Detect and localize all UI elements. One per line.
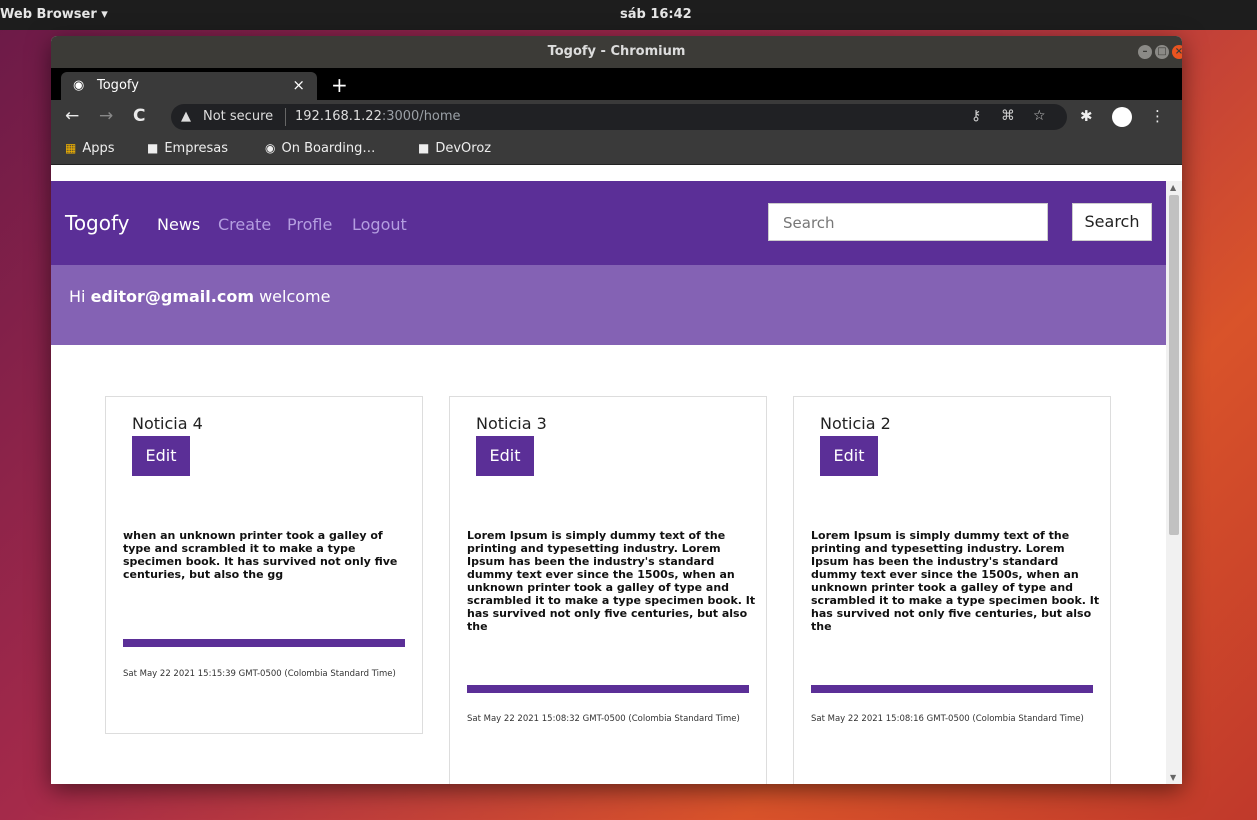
minimize-icon: – bbox=[1142, 46, 1148, 57]
bookmark-devoroz[interactable]: ■ DevOroz bbox=[418, 141, 491, 156]
url-host: 192.168.1.22 bbox=[295, 109, 382, 124]
forward-icon[interactable]: → bbox=[99, 107, 113, 125]
folder-icon: ■ bbox=[147, 141, 159, 155]
welcome-suffix: welcome bbox=[254, 287, 331, 306]
new-tab-button[interactable]: + bbox=[331, 73, 348, 97]
welcome-text: Hi editor@gmail.com welcome bbox=[69, 287, 330, 306]
welcome-user: editor@gmail.com bbox=[90, 287, 254, 306]
bookmark-label: Empresas bbox=[164, 141, 229, 156]
app-menu[interactable]: Web Browser ▾ bbox=[0, 7, 108, 22]
scroll-up-icon[interactable]: ▲ bbox=[1170, 183, 1176, 192]
nav-create[interactable]: Create bbox=[218, 215, 271, 234]
close-window-button[interactable]: × bbox=[1172, 45, 1182, 59]
page-viewport: Togofy News Create Profle Logout Search … bbox=[51, 181, 1166, 784]
reload-icon[interactable]: C bbox=[133, 107, 145, 125]
card-divider bbox=[811, 685, 1093, 693]
card-divider bbox=[467, 685, 749, 693]
bookmark-apps[interactable]: ▦ Apps bbox=[65, 141, 115, 156]
welcome-banner: Hi editor@gmail.com welcome bbox=[51, 265, 1166, 345]
menu-icon[interactable]: ⋮ bbox=[1150, 107, 1165, 125]
news-card: Noticia 2 Edit Lorem Ipsum is simply dum… bbox=[793, 396, 1111, 784]
page-scrollbar[interactable]: ▲ ▼ bbox=[1166, 181, 1182, 784]
profile-avatar-icon[interactable] bbox=[1112, 107, 1132, 127]
apps-icon: ▦ bbox=[65, 141, 77, 155]
scrollbar-thumb[interactable] bbox=[1169, 195, 1179, 535]
browser-toolbar: ← → C ▲ Not secure 192.168.1.22:3000/hom… bbox=[51, 100, 1182, 134]
search-button[interactable]: Search bbox=[1072, 203, 1152, 241]
warning-icon: ▲ bbox=[181, 109, 191, 124]
folder-icon: ■ bbox=[418, 141, 430, 155]
tab-close-icon[interactable]: × bbox=[292, 76, 305, 94]
globe-icon: ◉ bbox=[73, 78, 85, 93]
card-body: Lorem Ipsum is simply dummy text of the … bbox=[811, 529, 1100, 633]
address-bar[interactable]: ▲ Not secure 192.168.1.22:3000/home ⚷ ⌘ … bbox=[171, 104, 1067, 130]
card-body: Lorem Ipsum is simply dummy text of the … bbox=[467, 529, 756, 633]
maximize-icon: □ bbox=[1157, 46, 1167, 57]
brand-logo[interactable]: Togofy bbox=[65, 211, 130, 235]
bookmark-empresas[interactable]: ■ Empresas bbox=[147, 141, 228, 156]
card-title: Noticia 2 bbox=[820, 414, 891, 433]
nav-news[interactable]: News bbox=[157, 215, 200, 234]
translate-icon[interactable]: ⌘ bbox=[1001, 108, 1015, 124]
minimize-button[interactable]: – bbox=[1138, 45, 1152, 59]
card-title: Noticia 3 bbox=[476, 414, 547, 433]
maximize-button[interactable]: □ bbox=[1155, 45, 1169, 59]
tab-togofy[interactable]: ◉ Togofy × bbox=[61, 72, 317, 100]
card-date: Sat May 22 2021 15:08:16 GMT-0500 (Colom… bbox=[811, 714, 1084, 724]
news-card: Noticia 3 Edit Lorem Ipsum is simply dum… bbox=[449, 396, 767, 784]
divider bbox=[285, 108, 286, 126]
url-path: :3000/home bbox=[381, 109, 461, 124]
clock[interactable]: sáb 16:42 bbox=[620, 7, 692, 22]
bookmarks-bar: ▦ Apps ■ Empresas ◉ On Boarding… ■ DevOroz bbox=[51, 134, 1182, 165]
close-icon: × bbox=[1174, 46, 1182, 57]
url-text[interactable]: 192.168.1.22:3000/home bbox=[295, 109, 461, 124]
app-navbar: Togofy News Create Profle Logout Search … bbox=[51, 181, 1166, 265]
browser-window: Togofy - Chromium – □ × ◉ Togofy × + ← →… bbox=[51, 36, 1182, 784]
bookmark-label: Apps bbox=[82, 141, 115, 156]
key-icon[interactable]: ⚷ bbox=[971, 108, 981, 124]
card-divider bbox=[123, 639, 405, 647]
card-body: when an unknown printer took a galley of… bbox=[123, 529, 398, 581]
card-date: Sat May 22 2021 15:08:32 GMT-0500 (Colom… bbox=[467, 714, 740, 724]
search-input[interactable]: Search bbox=[768, 203, 1048, 241]
news-card: Noticia 4 Edit when an unknown printer t… bbox=[105, 396, 423, 734]
card-title: Noticia 4 bbox=[132, 414, 203, 433]
tab-title: Togofy bbox=[97, 78, 139, 93]
security-label[interactable]: Not secure bbox=[203, 109, 273, 124]
tab-strip: ◉ Togofy × + bbox=[51, 68, 1182, 100]
star-icon[interactable]: ☆ bbox=[1033, 108, 1046, 124]
back-icon[interactable]: ← bbox=[65, 107, 79, 125]
bookmark-onboarding[interactable]: ◉ On Boarding… bbox=[265, 141, 375, 156]
nav-profile[interactable]: Profle bbox=[287, 215, 332, 234]
nav-logout[interactable]: Logout bbox=[352, 215, 407, 234]
scroll-down-icon[interactable]: ▼ bbox=[1170, 773, 1176, 782]
extensions-icon[interactable]: ✱ bbox=[1080, 107, 1093, 125]
edit-button[interactable]: Edit bbox=[476, 436, 534, 476]
bookmark-label: DevOroz bbox=[435, 141, 492, 156]
card-date: Sat May 22 2021 15:15:39 GMT-0500 (Colom… bbox=[123, 669, 396, 679]
edit-button[interactable]: Edit bbox=[820, 436, 878, 476]
window-titlebar[interactable]: Togofy - Chromium – □ × bbox=[51, 36, 1182, 68]
edit-button[interactable]: Edit bbox=[132, 436, 190, 476]
globe-icon: ◉ bbox=[265, 141, 276, 155]
welcome-prefix: Hi bbox=[69, 287, 91, 306]
window-title: Togofy - Chromium bbox=[547, 44, 686, 59]
bookmark-label: On Boarding… bbox=[281, 141, 376, 156]
os-top-bar: Web Browser ▾ sáb 16:42 bbox=[0, 0, 1257, 30]
